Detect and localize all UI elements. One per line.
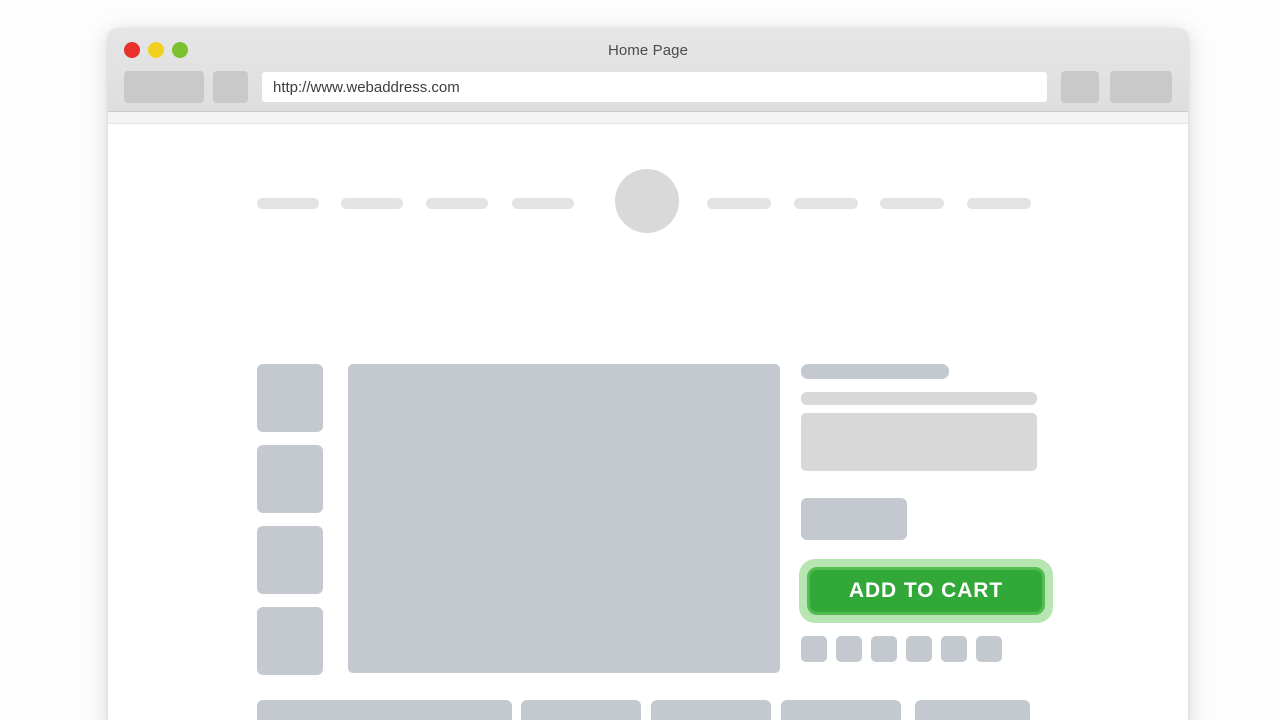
address-bar-text: http://www.webaddress.com <box>273 79 460 96</box>
nav-item-3[interactable] <box>426 198 488 209</box>
product-hero-image[interactable] <box>348 364 780 673</box>
reload-button[interactable] <box>213 71 248 103</box>
thumbnail-1[interactable] <box>257 364 323 432</box>
thumbnail-3[interactable] <box>257 526 323 594</box>
browser-window: Home Page http://www.webaddress.com <box>108 28 1188 720</box>
browser-titlebar: Home Page http://www.webaddress.com <box>108 28 1188 112</box>
add-to-cart-label: ADD TO CART <box>849 579 1003 603</box>
product-price-placeholder <box>801 498 907 540</box>
swatch-option-6[interactable] <box>976 636 1002 662</box>
swatch-option-5[interactable] <box>941 636 967 662</box>
tabs-button[interactable] <box>1110 71 1172 103</box>
thumbnail-2[interactable] <box>257 445 323 513</box>
browser-toolbar: http://www.webaddress.com <box>108 69 1188 105</box>
nav-item-1[interactable] <box>257 198 319 209</box>
nav-item-7[interactable] <box>880 198 944 209</box>
swatch-option-3[interactable] <box>871 636 897 662</box>
screenshot-stage: Home Page http://www.webaddress.com <box>0 0 1280 720</box>
site-navigation <box>108 169 1188 239</box>
site-logo-icon[interactable] <box>615 169 679 233</box>
product-title-placeholder <box>801 364 949 379</box>
nav-item-8[interactable] <box>967 198 1031 209</box>
window-title: Home Page <box>108 42 1188 59</box>
related-card-1[interactable] <box>257 700 512 720</box>
nav-item-4[interactable] <box>512 198 574 209</box>
swatch-option-4[interactable] <box>906 636 932 662</box>
related-card-5[interactable] <box>915 700 1030 720</box>
related-card-4[interactable] <box>781 700 901 720</box>
thumbnail-4[interactable] <box>257 607 323 675</box>
related-card-3[interactable] <box>651 700 771 720</box>
swatch-option-2[interactable] <box>836 636 862 662</box>
product-description-placeholder <box>801 413 1037 471</box>
nav-item-5[interactable] <box>707 198 771 209</box>
nav-item-2[interactable] <box>341 198 403 209</box>
product-subtitle-placeholder <box>801 392 1037 405</box>
add-to-cart-highlight: ADD TO CART <box>799 559 1053 623</box>
bookmarks-bar[interactable] <box>108 112 1188 124</box>
related-card-2[interactable] <box>521 700 641 720</box>
address-bar[interactable]: http://www.webaddress.com <box>261 71 1048 103</box>
page-content: ADD TO CART <box>108 124 1188 720</box>
swatch-option-1[interactable] <box>801 636 827 662</box>
product-option-swatches <box>801 636 1002 662</box>
add-to-cart-button[interactable]: ADD TO CART <box>807 567 1045 615</box>
product-details <box>801 364 1041 540</box>
nav-item-6[interactable] <box>794 198 858 209</box>
share-button[interactable] <box>1061 71 1099 103</box>
back-forward-buttons[interactable] <box>124 71 204 103</box>
